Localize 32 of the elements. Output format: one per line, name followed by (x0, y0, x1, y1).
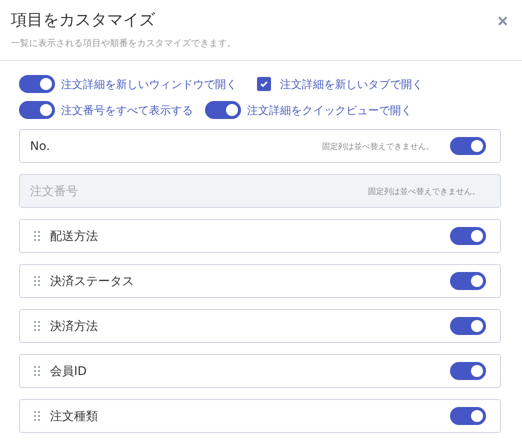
column-label: 注文番号 (30, 182, 79, 200)
column-label: 決済方法 (50, 318, 99, 334)
checkbox[interactable] (257, 77, 271, 91)
option-label: 注文詳細を新しいウィンドウで開く (61, 76, 237, 92)
toggle-switch[interactable] (19, 75, 55, 93)
drag-handle-icon[interactable] (34, 276, 40, 286)
drag-handle-icon[interactable] (34, 231, 40, 241)
toggle-switch[interactable] (205, 101, 241, 119)
toggle-switch[interactable] (450, 362, 486, 380)
toggle-switch[interactable] (450, 407, 486, 425)
toggle-switch[interactable] (19, 101, 55, 119)
toggle-switch[interactable] (450, 272, 486, 290)
option-label: 注文詳細をクイックビューで開く (247, 102, 412, 118)
drag-handle-icon[interactable] (34, 321, 40, 331)
column-label: 決済ステータス (50, 272, 135, 290)
toggle-switch[interactable] (450, 227, 486, 245)
column-label: 会員ID (50, 362, 88, 380)
column-label: 注文種類 (50, 408, 99, 424)
toggle-switch[interactable] (450, 317, 486, 335)
fixed-column-note: 固定列は並べ替えできません。 (368, 186, 480, 196)
drag-handle-icon[interactable] (34, 411, 40, 421)
drag-handle-icon[interactable] (34, 366, 40, 376)
option-label: 注文詳細を新しいタブで開く (280, 76, 423, 92)
toggle-switch[interactable] (450, 137, 486, 155)
column-label: 配送方法 (50, 228, 99, 244)
close-button[interactable]: × (497, 12, 508, 30)
dialog-subtitle: 一覧に表示される項目や順番をカスタマイズできます。 (11, 38, 236, 50)
option-label: 注文番号をすべて表示する (61, 102, 193, 118)
column-label: No. (30, 139, 51, 153)
check-icon (259, 79, 269, 89)
fixed-column-note: 固定列は並べ替えできません。 (322, 140, 434, 152)
dialog-title: 項目をカスタマイズ (11, 10, 156, 31)
